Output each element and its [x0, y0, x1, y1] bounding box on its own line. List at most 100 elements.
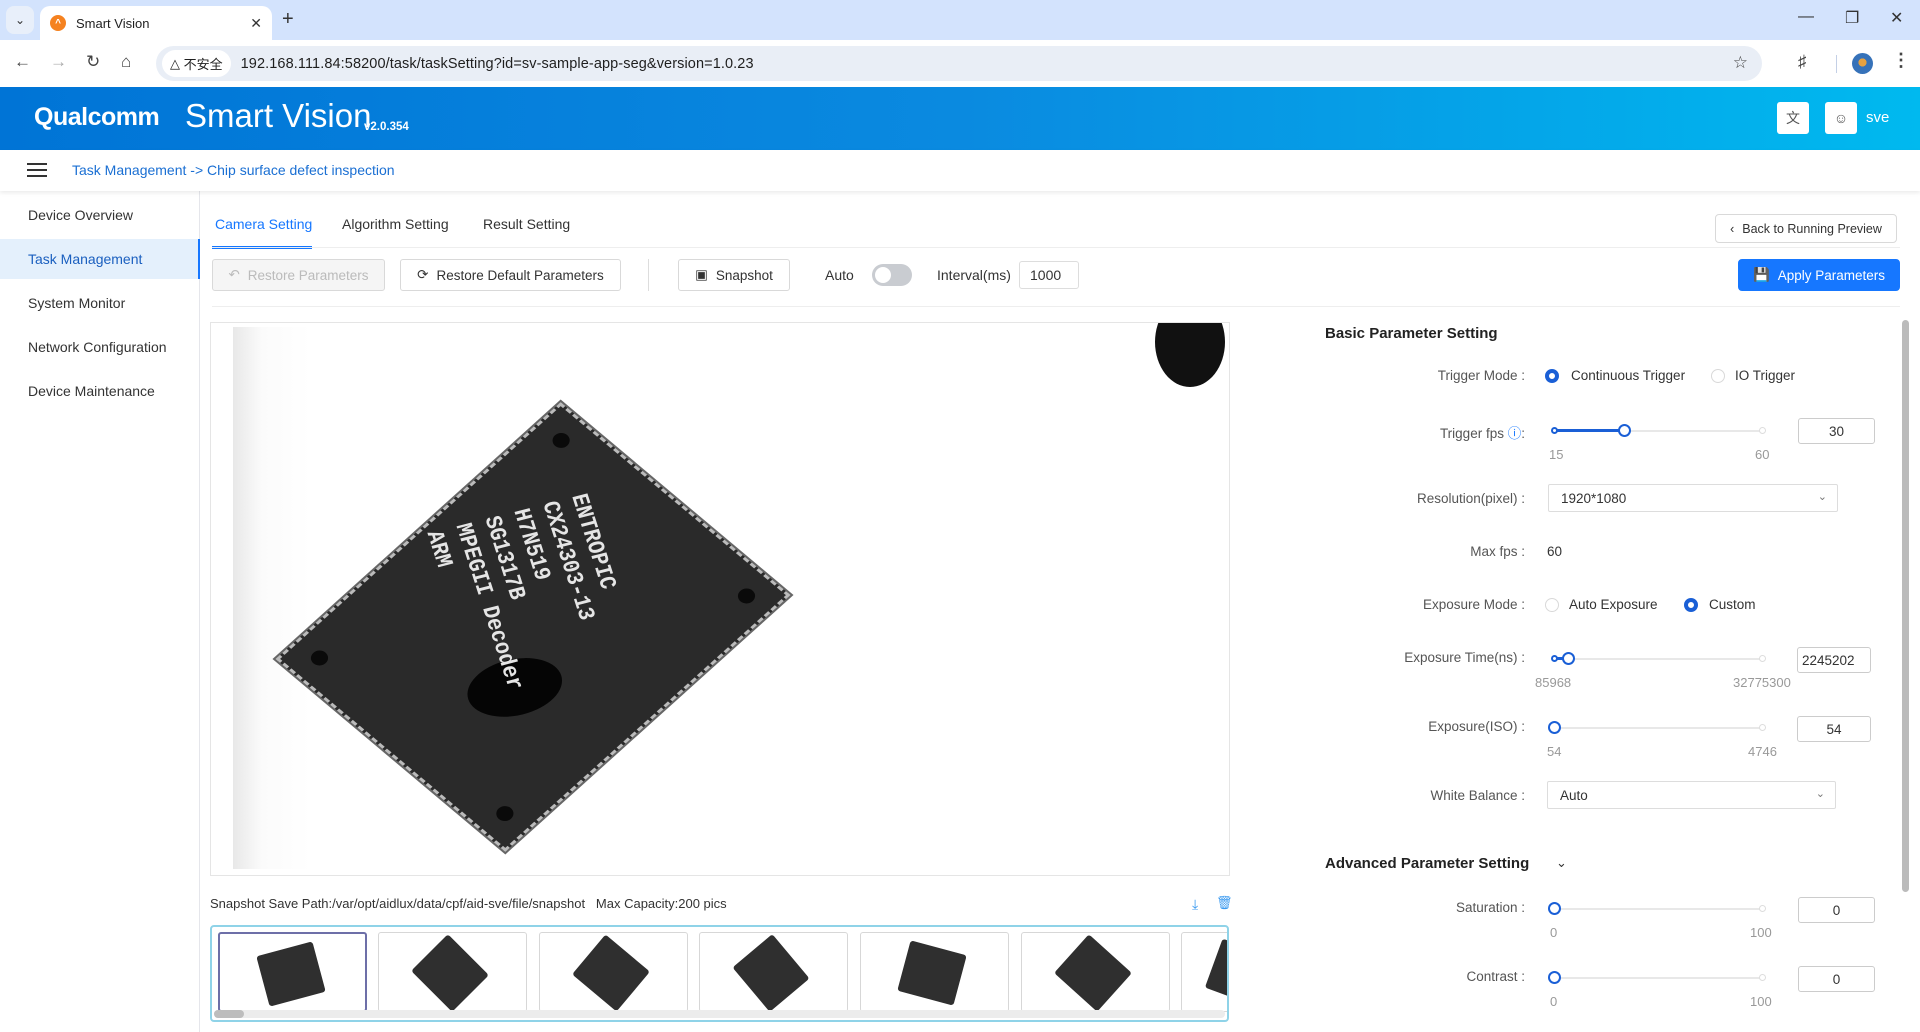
sidebar-item-device-maintenance[interactable]: Device Maintenance — [0, 371, 200, 411]
white-balance-label: White Balance : — [1430, 788, 1525, 803]
auto-exposure-label[interactable]: Auto Exposure — [1569, 597, 1658, 612]
close-tab-icon[interactable]: ✕ — [250, 15, 262, 32]
interval-input[interactable] — [1019, 261, 1079, 289]
restore-parameters-label: Restore Parameters — [247, 267, 369, 283]
apply-parameters-button[interactable]: 💾 Apply Parameters — [1738, 259, 1900, 291]
exposure-time-slider[interactable] — [1551, 652, 1766, 665]
breadcrumb[interactable]: Task Management -> Chip surface defect i… — [72, 162, 395, 178]
thumbnail-scrollbar[interactable] — [214, 1010, 1225, 1018]
tabs-divider — [212, 247, 1900, 248]
menu-toggle-icon[interactable] — [27, 162, 47, 178]
sidebar-item-task-management[interactable]: Task Management — [0, 239, 200, 279]
camera-icon: ▣ — [695, 267, 708, 282]
tab-result-setting[interactable]: Result Setting — [483, 216, 570, 232]
breadcrumb-bar: Task Management -> Chip surface defect i… — [0, 150, 1920, 191]
username[interactable]: sve — [1866, 109, 1889, 126]
settings-panel-scrollbar[interactable] — [1902, 320, 1909, 892]
trigger-fps-slider[interactable] — [1551, 424, 1766, 437]
new-tab-icon[interactable]: + — [282, 8, 294, 31]
scrollbar-thumb[interactable] — [214, 1010, 244, 1018]
trigger-fps-input[interactable]: 30 — [1798, 418, 1875, 444]
slider-handle[interactable] — [1561, 652, 1575, 665]
auto-exposure-radio[interactable] — [1545, 598, 1559, 612]
toolbar-divider — [1836, 55, 1837, 73]
snapshot-thumbnail[interactable] — [378, 932, 527, 1012]
slider-handle[interactable] — [1548, 721, 1561, 734]
tab-list-button[interactable]: ⌄ — [6, 6, 34, 34]
auto-snapshot-toggle[interactable] — [872, 264, 912, 286]
minimize-icon[interactable]: — — [1798, 8, 1814, 26]
slider-handle[interactable] — [1548, 902, 1561, 915]
slider-handle[interactable] — [1548, 971, 1561, 984]
back-to-running-preview-button[interactable]: ‹ Back to Running Preview — [1715, 214, 1897, 243]
custom-exposure-label[interactable]: Custom — [1709, 597, 1756, 612]
sidebar-item-network-configuration[interactable]: Network Configuration — [0, 327, 200, 367]
restore-parameters-button[interactable]: ↶ Restore Parameters — [212, 259, 385, 291]
home-icon[interactable]: ⌂ — [121, 52, 131, 72]
address-bar[interactable]: △ 不安全 192.168.111.84:58200/task/taskSett… — [156, 46, 1762, 81]
chip-hole — [548, 429, 574, 451]
slider-start-dot — [1551, 655, 1558, 662]
delete-icon[interactable]: 🗑 — [1216, 895, 1233, 911]
reload-icon[interactable]: ↻ — [86, 52, 100, 72]
resolution-select[interactable]: 1920*1080 ⌄ — [1548, 484, 1838, 512]
contrast-input[interactable]: 0 — [1798, 966, 1875, 992]
refresh-icon: ⟳ — [417, 267, 429, 282]
sidebar-item-device-overview[interactable]: Device Overview — [0, 195, 200, 235]
chip-image: ENTROPIC CX24303-13 H7N519 SG1317B MPEGI… — [275, 402, 791, 852]
profile-avatar[interactable] — [1852, 53, 1873, 74]
snapshot-thumbnail[interactable] — [218, 932, 367, 1012]
restore-default-parameters-button[interactable]: ⟳ Restore Default Parameters — [400, 259, 621, 291]
help-icon[interactable]: ⓘ — [1508, 426, 1522, 441]
browser-tab[interactable]: ^ Smart Vision ✕ — [40, 6, 272, 40]
io-trigger-radio[interactable] — [1711, 369, 1725, 383]
custom-exposure-radio[interactable] — [1684, 598, 1698, 612]
undo-icon: ↶ — [228, 267, 240, 282]
snapshot-thumbnail[interactable] — [539, 932, 688, 1012]
trigger-fps-label: Trigger fps ⓘ: — [1265, 422, 1525, 442]
tab-camera-setting[interactable]: Camera Setting — [215, 216, 312, 232]
saturation-input[interactable]: 0 — [1798, 897, 1875, 923]
chevron-down-icon[interactable]: ⌄ — [1556, 855, 1567, 871]
snapshot-thumbnail[interactable] — [860, 932, 1009, 1012]
back-button-label: Back to Running Preview — [1742, 221, 1882, 236]
io-trigger-label[interactable]: IO Trigger — [1735, 368, 1795, 383]
warning-icon: △ — [170, 55, 184, 71]
exposure-time-input[interactable]: 2245202 — [1797, 647, 1871, 673]
sidebar-item-system-monitor[interactable]: System Monitor — [0, 283, 200, 323]
continuous-trigger-radio[interactable] — [1545, 369, 1559, 383]
bookmark-star-icon[interactable]: ☆ — [1733, 53, 1748, 73]
exposure-iso-slider[interactable] — [1548, 721, 1766, 734]
snapshot-button[interactable]: ▣ Snapshot — [678, 259, 790, 291]
download-icon[interactable]: ⤓ — [1192, 896, 1198, 913]
continuous-trigger-label[interactable]: Continuous Trigger — [1571, 368, 1685, 383]
url-text[interactable]: 192.168.111.84:58200/task/taskSetting?id… — [241, 56, 754, 72]
language-button[interactable]: 文 — [1777, 102, 1809, 134]
contrast-slider[interactable] — [1548, 971, 1766, 984]
trigger-fps-text: Trigger fps — [1439, 426, 1504, 441]
snapshot-save-path: Snapshot Save Path:/var/opt/aidlux/data/… — [210, 896, 727, 911]
security-chip[interactable]: △ 不安全 — [162, 50, 231, 77]
slider-start-dot — [1551, 427, 1558, 434]
trigger-fps-max: 60 — [1755, 447, 1770, 462]
slider-end-dot — [1759, 974, 1766, 981]
snapshot-thumbnail[interactable] — [699, 932, 848, 1012]
white-balance-select[interactable]: Auto ⌄ — [1547, 781, 1836, 809]
saturation-slider[interactable] — [1548, 902, 1766, 915]
advanced-parameter-title[interactable]: Advanced Parameter Setting — [1325, 855, 1529, 872]
restore-window-icon[interactable]: ❐ — [1845, 8, 1859, 28]
exposure-iso-input[interactable]: 54 — [1797, 716, 1871, 742]
slider-handle[interactable] — [1617, 424, 1631, 437]
extensions-puzzle-icon[interactable]: ♯ — [1798, 52, 1807, 72]
snapshot-thumbnail[interactable] — [1021, 932, 1170, 1012]
app-header: Qualcomm Smart Vision v2.0.354 文 ☺ sve — [0, 87, 1920, 150]
chip-hole — [492, 803, 518, 825]
browser-menu-icon[interactable]: ⋮ — [1892, 50, 1910, 71]
close-window-icon[interactable]: ✕ — [1890, 8, 1903, 28]
back-arrow-icon[interactable]: ← — [14, 52, 31, 72]
security-label: 不安全 — [183, 57, 223, 72]
forward-arrow-icon[interactable]: → — [50, 52, 67, 72]
snapshot-thumbnail[interactable] — [1181, 932, 1227, 1012]
tab-algorithm-setting[interactable]: Algorithm Setting — [342, 216, 449, 232]
user-button[interactable]: ☺ — [1825, 102, 1857, 134]
